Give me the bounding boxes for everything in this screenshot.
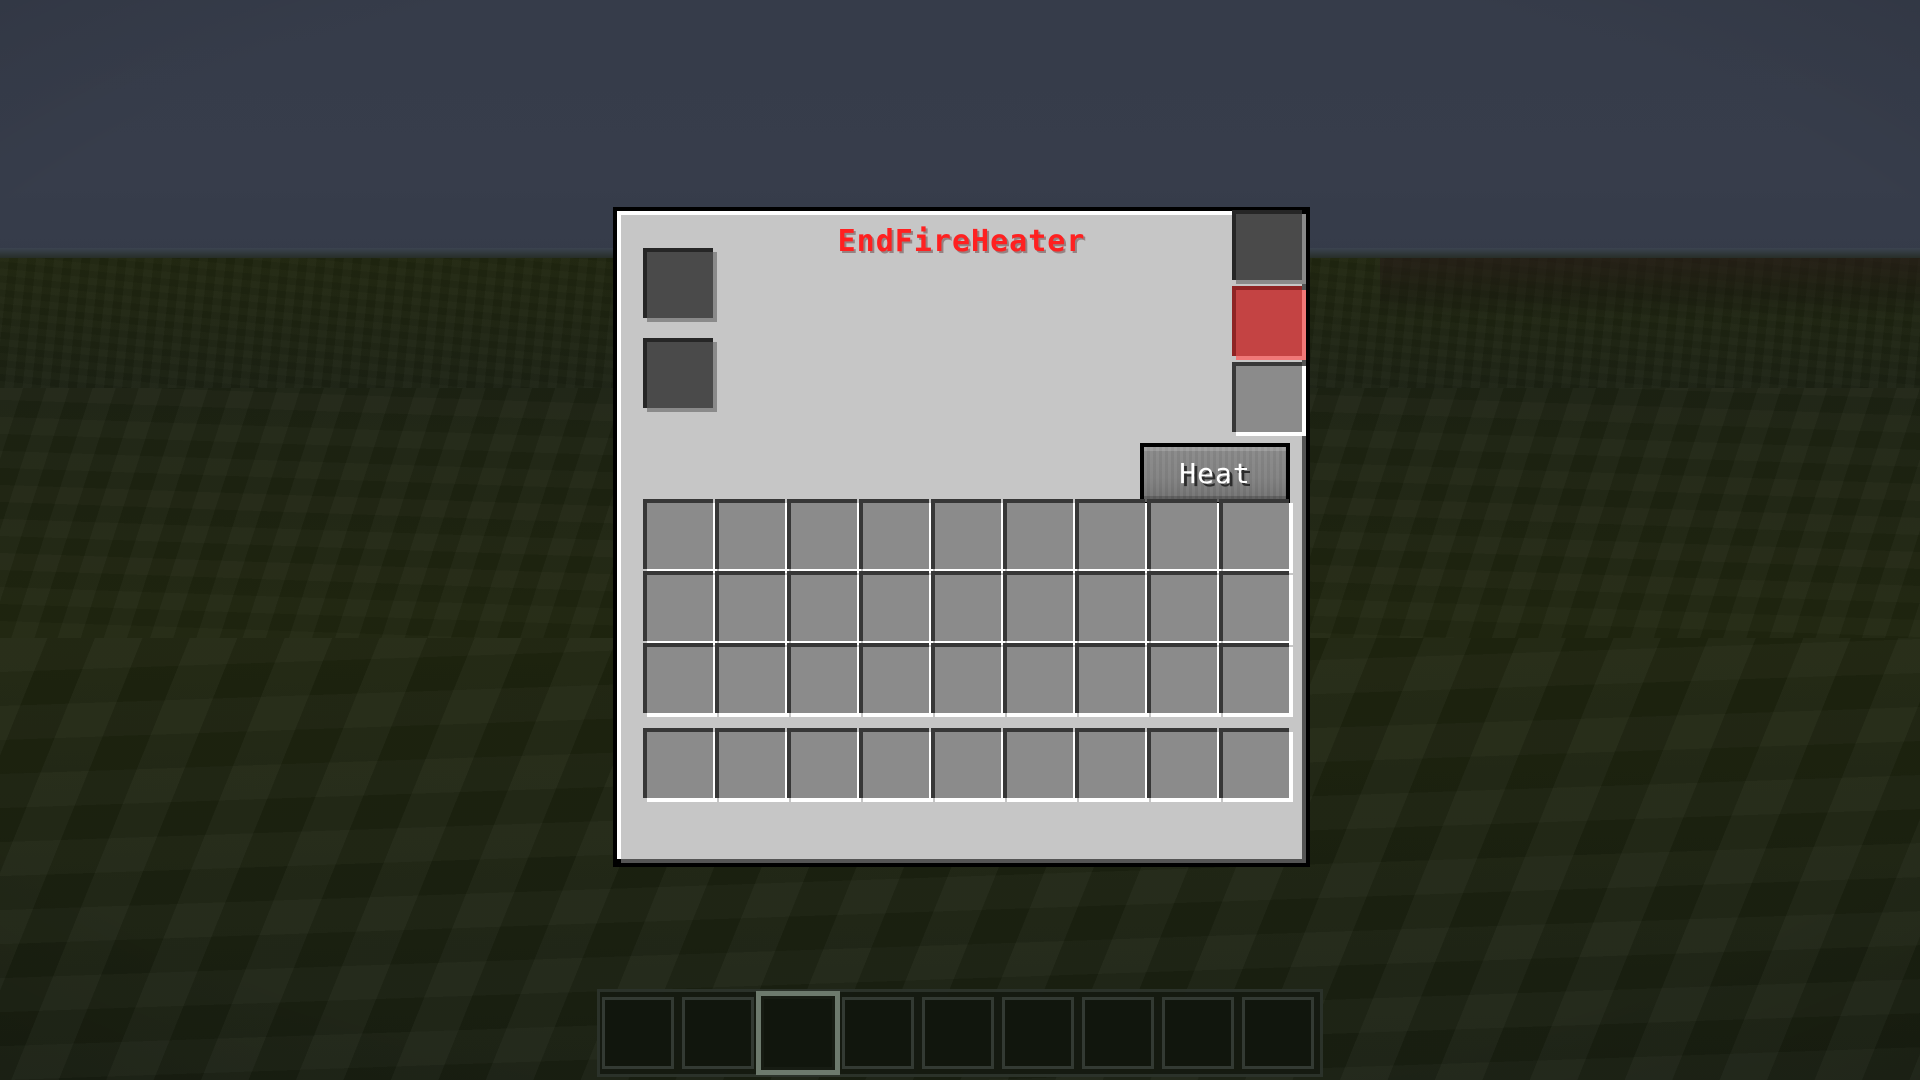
output-slot-2[interactable] [1232,362,1306,436]
slot-fill [647,647,713,713]
inventory-hotbar-slot-6[interactable] [1003,728,1077,802]
inventory-hotbar-slot-2[interactable] [715,728,789,802]
slot-fill [863,575,929,641]
slot-fill [1223,732,1289,798]
slot-fill [1236,290,1302,356]
inventory-hotbar-slot-1[interactable] [643,728,717,802]
inventory-slot-r3-c3[interactable] [787,643,861,717]
slot-fill [1151,575,1217,641]
inventory-hotbar-slot-4[interactable] [859,728,933,802]
inventory-slot-r2-c7[interactable] [1075,571,1149,645]
inventory-hotbar-slot-9[interactable] [1219,728,1293,802]
inventory-slot-r2-c4[interactable] [859,571,933,645]
hotbar-slot-5[interactable] [922,997,994,1069]
slot-fill [1151,647,1217,713]
inventory-hotbar-slot-7[interactable] [1075,728,1149,802]
slot-fill [719,732,785,798]
slot-fill [863,732,929,798]
inventory-slot-r3-c9[interactable] [1219,643,1293,717]
slot-fill [1236,366,1302,432]
slot-fill [1223,503,1289,569]
inventory-slot-r3-c2[interactable] [715,643,789,717]
hotbar-slot-7[interactable] [1082,997,1154,1069]
hotbar-slot-2[interactable] [682,997,754,1069]
inventory-slot-r3-c5[interactable] [931,643,1005,717]
inventory-slot-r3-c8[interactable] [1147,643,1221,717]
slot-fill [935,503,1001,569]
inventory-slot-r3-c4[interactable] [859,643,933,717]
slot-fill [791,575,857,641]
slot-fill [1223,575,1289,641]
panel-content: EndFireHeater Heat [621,210,1306,859]
inventory-slot-r2-c1[interactable] [643,571,717,645]
inventory-slot-r2-c9[interactable] [1219,571,1293,645]
slot-fill [647,732,713,798]
inventory-slot-r3-c7[interactable] [1075,643,1149,717]
hotbar-slot-8[interactable] [1162,997,1234,1069]
slot-fill [1007,575,1073,641]
slot-fill [1079,732,1145,798]
slot-fill [1079,503,1145,569]
slot-fill [647,575,713,641]
inventory-slot-r2-c8[interactable] [1147,571,1221,645]
inventory-slot-r1-c3[interactable] [787,499,861,573]
slot-fill [791,647,857,713]
input-slot-1[interactable] [643,248,717,322]
inventory-slot-r1-c2[interactable] [715,499,789,573]
slot-fill [647,503,713,569]
slot-fill [647,252,713,318]
slot-fill [1007,503,1073,569]
output-slot-1[interactable] [1232,210,1306,284]
slot-fill [647,342,713,408]
hotbar-slot-4[interactable] [842,997,914,1069]
distant-terrain-ridge [1380,258,1920,318]
heat-button-label: Heat [1179,457,1251,490]
slot-fill [719,647,785,713]
slot-fill [1007,647,1073,713]
inventory-slot-r2-c3[interactable] [787,571,861,645]
slot-fill [791,503,857,569]
slot-fill [719,575,785,641]
inventory-slot-r2-c2[interactable] [715,571,789,645]
slot-fill [935,732,1001,798]
slot-fill [1151,503,1217,569]
slot-fill [935,575,1001,641]
inventory-slot-r1-c8[interactable] [1147,499,1221,573]
heat-button[interactable]: Heat [1140,443,1290,506]
slot-fill [1007,732,1073,798]
hotbar-slot-selected[interactable] [756,991,840,1075]
endfireheater-gui-window[interactable]: EndFireHeater Heat [613,207,1317,874]
hotbar-slot-1[interactable] [602,997,674,1069]
slot-fill [863,647,929,713]
inventory-slot-r2-c6[interactable] [1003,571,1077,645]
slot-fill [719,503,785,569]
hotbar-slot-9[interactable] [1242,997,1314,1069]
inventory-slot-r1-c9[interactable] [1219,499,1293,573]
slot-fill [1079,647,1145,713]
inventory-hotbar-slot-8[interactable] [1147,728,1221,802]
hotbar-slot-6[interactable] [1002,997,1074,1069]
status-slot-red[interactable] [1232,286,1306,360]
inventory-slot-r1-c7[interactable] [1075,499,1149,573]
inventory-slot-r1-c5[interactable] [931,499,1005,573]
inventory-slot-r2-c5[interactable] [931,571,1005,645]
inventory-hotbar-slot-5[interactable] [931,728,1005,802]
inventory-slot-r3-c1[interactable] [643,643,717,717]
input-slot-2[interactable] [643,338,717,412]
inventory-slot-r3-c6[interactable] [1003,643,1077,717]
slot-fill [791,732,857,798]
inventory-slot-r1-c6[interactable] [1003,499,1077,573]
inventory-hotbar-slot-3[interactable] [787,728,861,802]
slot-fill [1223,647,1289,713]
slot-fill [1079,575,1145,641]
slot-fill [935,647,1001,713]
inventory-slot-r1-c1[interactable] [643,499,717,573]
window-title: EndFireHeater [837,224,1086,259]
slot-fill [1236,214,1302,280]
inventory-slot-r1-c4[interactable] [859,499,933,573]
hud-hotbar[interactable] [597,989,1323,1077]
slot-fill [863,503,929,569]
slot-fill [1151,732,1217,798]
